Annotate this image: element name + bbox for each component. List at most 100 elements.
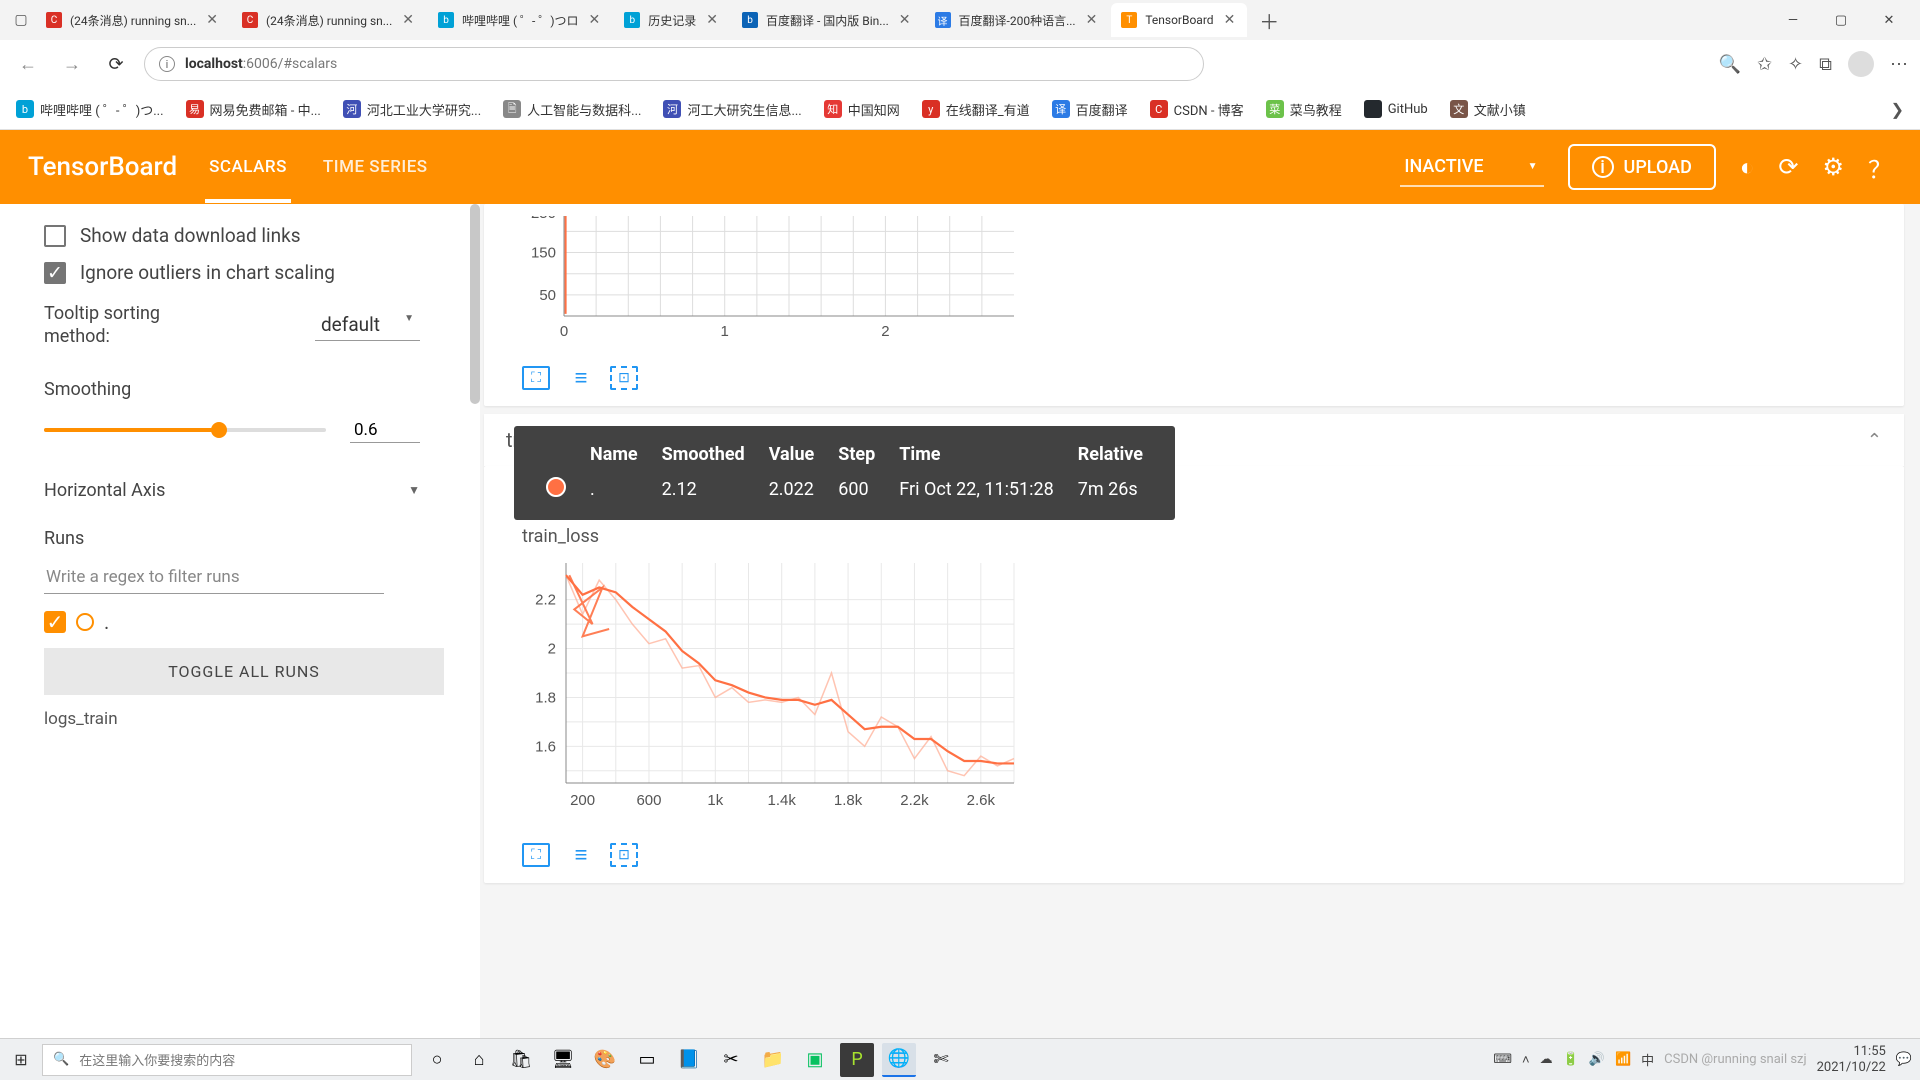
url-field[interactable]: i localhost:6006/#scalars — [144, 47, 1204, 81]
browser-tab[interactable]: TTensorBoard✕ — [1111, 3, 1247, 37]
edge-icon[interactable]: 🌐 — [882, 1043, 916, 1077]
notifications-icon[interactable]: 💬 — [1896, 1052, 1912, 1067]
menu-icon[interactable]: ⋯ — [1890, 54, 1908, 75]
run-row[interactable]: ✓ . — [44, 610, 480, 634]
collections-icon[interactable]: ✧ — [1788, 54, 1803, 75]
start-button[interactable]: ⊞ — [8, 1047, 34, 1073]
close-window-button[interactable]: ✕ — [1866, 3, 1912, 37]
favicon-icon: C — [242, 12, 258, 28]
paint-icon[interactable]: 🎨 — [588, 1043, 622, 1077]
toggle-all-runs-button[interactable]: TOGGLE ALL RUNS — [44, 648, 444, 695]
profile-icon[interactable] — [1848, 51, 1874, 77]
close-tab-icon[interactable]: ✕ — [587, 12, 603, 28]
close-tab-icon[interactable]: ✕ — [897, 12, 913, 28]
back-button[interactable]: ← — [12, 48, 44, 80]
smoothing-input[interactable]: 0.6 — [350, 418, 420, 443]
browser-tab[interactable]: C(24条消息) running sn...✕ — [232, 3, 426, 37]
bookmark-item[interactable]: 文文献小镇 — [1450, 100, 1526, 119]
browser-tab[interactable]: b历史记录✕ — [614, 3, 730, 37]
refresh-icon[interactable]: ⟳ — [1778, 153, 1798, 181]
bookmark-item[interactable]: 河河工大研究生信息... — [663, 100, 801, 119]
folder-icon[interactable]: 📁 — [756, 1043, 790, 1077]
maximize-button[interactable]: ▢ — [1818, 3, 1864, 37]
bookmark-item[interactable]: 知中国知网 — [824, 100, 900, 119]
taskbar-clock[interactable]: 11:55 2021/10/22 — [1817, 1044, 1886, 1075]
bookmark-item[interactable]: b哔哩哔哩 ( ゜- ゜)つ... — [16, 100, 164, 119]
sidebar-scrollbar[interactable] — [470, 204, 480, 404]
forward-button[interactable]: → — [56, 48, 88, 80]
site-info-icon[interactable]: i — [159, 56, 175, 72]
inactive-select[interactable]: INACTIVE — [1400, 148, 1543, 187]
bookmark-favicon-icon: 知 — [824, 100, 842, 118]
run-checkbox-icon[interactable]: ✓ — [44, 611, 66, 633]
svg-text:2.2k: 2.2k — [900, 792, 929, 809]
expand-chart-button[interactable]: ⛶ — [522, 366, 550, 390]
svg-text:2.6k: 2.6k — [967, 792, 996, 809]
ignore-outliers-checkbox[interactable]: ✓ Ignore outliers in chart scaling — [44, 261, 480, 284]
tray-chevron-icon[interactable]: ˄ — [1522, 1052, 1530, 1068]
volume-icon[interactable]: 🔊 — [1589, 1052, 1605, 1067]
theme-icon[interactable]: ◐ — [1740, 153, 1755, 182]
bookmark-favicon-icon: 河 — [343, 100, 361, 118]
taskbar-search[interactable]: 🔍 在这里输入你要搜索的内容 — [42, 1044, 412, 1076]
reload-button[interactable]: ⟳ — [100, 48, 132, 80]
fit-domain-button[interactable]: ⊡ — [610, 366, 638, 390]
show-download-links-checkbox[interactable]: Show data download links — [44, 224, 480, 247]
bookmark-item[interactable]: CCSDN - 博客 — [1150, 100, 1244, 119]
favorite-icon[interactable]: ✩ — [1757, 54, 1772, 75]
close-tab-icon[interactable]: ✕ — [1222, 12, 1238, 28]
tab-time-series[interactable]: TIME SERIES — [319, 131, 432, 203]
wifi-icon[interactable]: 📶 — [1615, 1052, 1631, 1067]
wechat-icon[interactable]: ▣ — [798, 1043, 832, 1077]
explorer-icon[interactable]: 🖥 — [546, 1043, 580, 1077]
expand-chart-button[interactable]: ⛶ — [522, 843, 550, 867]
help-icon[interactable]: ？ — [1868, 150, 1892, 185]
notepad-icon[interactable]: 📘 — [672, 1043, 706, 1077]
toggle-lines-button[interactable]: ≡ — [566, 366, 594, 390]
sidebar-toggle-icon[interactable]: ▢ — [8, 7, 34, 33]
bookmark-item[interactable]: 易网易免费邮箱 - 中... — [186, 100, 321, 119]
app-icon-1[interactable]: ▭ — [630, 1043, 664, 1077]
tooltip-sorting-select[interactable]: default — [315, 309, 420, 341]
bookmark-item[interactable]: 河河北工业大学研究... — [343, 100, 481, 119]
browser-tab[interactable]: b百度翻译 - 国内版 Bin...✕ — [732, 3, 923, 37]
horizontal-axis-section[interactable]: Horizontal Axis ▼ — [44, 479, 480, 502]
browser-tab[interactable]: b哔哩哔哩 ( ゜- ゜)つロ✕ — [428, 3, 612, 37]
svg-text:1.4k: 1.4k — [768, 792, 797, 809]
pycharm-icon[interactable]: P — [840, 1043, 874, 1077]
bookmarks-overflow-icon[interactable]: ❯ — [1891, 100, 1904, 119]
close-tab-icon[interactable]: ✕ — [1084, 12, 1100, 28]
fit-domain-button[interactable]: ⊡ — [610, 843, 638, 867]
runs-filter-input[interactable] — [44, 561, 384, 594]
zoom-icon[interactable]: 🔍 — [1719, 54, 1741, 75]
bookmark-label: 百度翻译 — [1076, 100, 1128, 119]
bookmark-item[interactable]: y在线翻译_有道 — [922, 100, 1030, 119]
cortana-icon[interactable]: ⌂ — [462, 1043, 496, 1077]
new-tab-button[interactable]: ＋ — [1249, 6, 1289, 35]
close-tab-icon[interactable]: ✕ — [204, 12, 220, 28]
lang-icon[interactable]: 中 — [1641, 1050, 1654, 1069]
battery-icon[interactable]: 🔋 — [1563, 1052, 1579, 1067]
close-tab-icon[interactable]: ✕ — [704, 12, 720, 28]
bookmarks-bar: b哔哩哔哩 ( ゜- ゜)つ... 易网易免费邮箱 - 中... 河河北工业大学研究… — [0, 88, 1920, 130]
bookmark-item[interactable]: 🗎人工智能与数据科... — [503, 100, 641, 119]
extensions-icon[interactable]: ⧉ — [1819, 54, 1832, 75]
snip-icon[interactable]: ✂ — [714, 1043, 748, 1077]
upload-button[interactable]: i UPLOAD — [1568, 144, 1716, 190]
tab-scalars[interactable]: SCALARS — [205, 131, 291, 203]
bookmark-item[interactable]: GitHub — [1364, 100, 1428, 119]
store-icon[interactable]: 🛍 — [504, 1043, 538, 1077]
task-view-icon[interactable]: ○ — [420, 1043, 454, 1077]
minimize-button[interactable]: — — [1770, 3, 1816, 37]
browser-tab[interactable]: 译百度翻译-200种语言...✕ — [925, 3, 1110, 37]
close-tab-icon[interactable]: ✕ — [400, 12, 416, 28]
browser-tab[interactable]: C(24条消息) running sn...✕ — [36, 3, 230, 37]
settings-icon[interactable]: ⚙ — [1822, 153, 1844, 181]
bookmark-item[interactable]: 译百度翻译 — [1052, 100, 1128, 119]
snipaste-icon[interactable]: ✄ — [924, 1043, 958, 1077]
ime-icon[interactable]: ⌨ — [1493, 1052, 1512, 1067]
toggle-lines-button[interactable]: ≡ — [566, 843, 594, 867]
onedrive-icon[interactable]: ☁ — [1540, 1052, 1553, 1067]
bookmark-item[interactable]: 菜菜鸟教程 — [1266, 100, 1342, 119]
smoothing-slider[interactable] — [44, 428, 326, 432]
